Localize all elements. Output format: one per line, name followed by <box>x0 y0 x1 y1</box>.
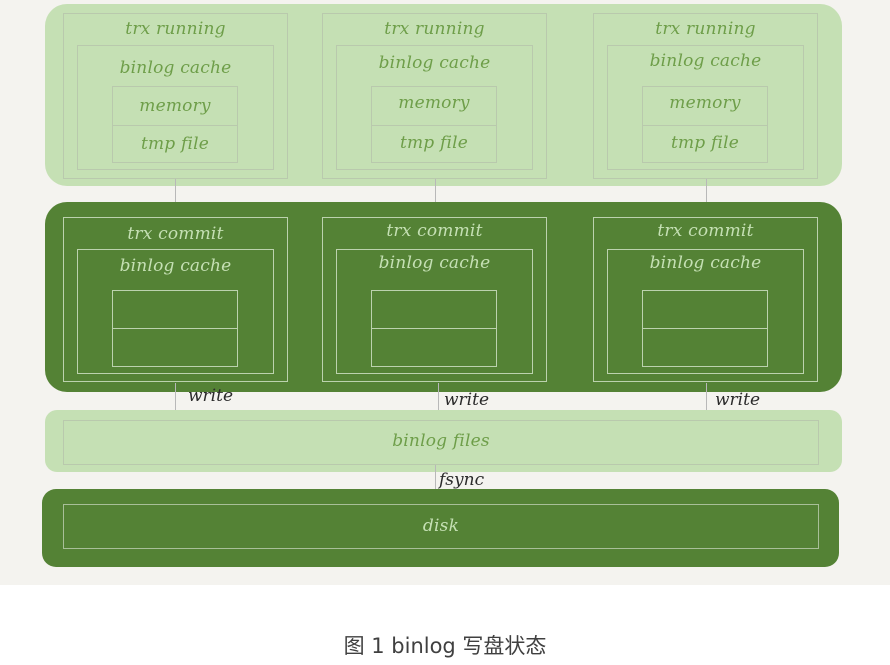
tmp-file-cell: tmp file <box>399 133 469 153</box>
cell-divider <box>643 125 767 126</box>
binlog-cache-box: binlog cache memory tmp file <box>77 45 274 170</box>
tmp-file-cell: tmp file <box>670 133 740 153</box>
cache-cells: memory tmp file <box>642 86 768 163</box>
trx-commit-title: trx commit <box>386 221 483 241</box>
trx-running-box-2: trx running binlog cache memory tmp file <box>322 13 547 179</box>
memory-cell: memory <box>139 96 211 116</box>
trx-running-title: trx running <box>125 19 226 39</box>
cache-cells: memory tmp file <box>112 86 238 163</box>
cell-divider <box>113 328 237 329</box>
binlog-cache-box: binlog cache <box>77 249 274 374</box>
write-label-2: write <box>444 390 490 410</box>
cell-divider <box>643 328 767 329</box>
trx-running-box-3: trx running binlog cache memory tmp file <box>593 13 818 179</box>
binlog-files-band: binlog files <box>45 410 842 472</box>
cache-cells <box>371 290 497 367</box>
binlog-diagram: trx running binlog cache memory tmp file… <box>0 0 890 585</box>
disk-label: disk <box>422 516 460 536</box>
binlog-cache-label: binlog cache <box>119 58 232 78</box>
binlog-files-label: binlog files <box>392 431 490 451</box>
binlog-cache-label: binlog cache <box>378 53 491 73</box>
trx-running-box-1: trx running binlog cache memory tmp file <box>63 13 288 179</box>
binlog-cache-label: binlog cache <box>649 51 762 71</box>
trx-commit-box-2: trx commit binlog cache <box>322 217 547 382</box>
fsync-label: fsync <box>439 470 485 490</box>
cell-divider <box>372 328 496 329</box>
binlog-cache-box: binlog cache <box>336 249 533 374</box>
disk-band: disk <box>42 489 839 567</box>
trx-running-band: trx running binlog cache memory tmp file… <box>45 4 842 186</box>
cache-cells <box>642 290 768 367</box>
cell-divider <box>113 125 237 126</box>
write-label-1: write <box>188 386 234 406</box>
binlog-cache-label: binlog cache <box>119 256 232 276</box>
tmp-file-cell: tmp file <box>140 134 210 154</box>
trx-commit-band: trx commit binlog cache trx commit binlo… <box>45 202 842 392</box>
binlog-cache-box: binlog cache <box>607 249 804 374</box>
trx-commit-box-1: trx commit binlog cache <box>63 217 288 382</box>
binlog-cache-label: binlog cache <box>649 253 762 273</box>
binlog-cache-box: binlog cache memory tmp file <box>607 45 804 170</box>
memory-cell: memory <box>398 93 470 113</box>
cache-cells <box>112 290 238 367</box>
trx-running-title: trx running <box>384 19 485 39</box>
write-label-3: write <box>715 390 761 410</box>
figure-caption: 图 1 binlog 写盘状态 <box>343 634 547 658</box>
trx-commit-title: trx commit <box>657 221 754 241</box>
memory-cell: memory <box>669 93 741 113</box>
trx-commit-title: trx commit <box>127 224 224 244</box>
cell-divider <box>372 125 496 126</box>
binlog-files-box: binlog files <box>63 420 819 465</box>
binlog-cache-box: binlog cache memory tmp file <box>336 45 533 170</box>
cache-cells: memory tmp file <box>371 86 497 163</box>
disk-box: disk <box>63 504 819 549</box>
binlog-cache-label: binlog cache <box>378 253 491 273</box>
trx-commit-box-3: trx commit binlog cache <box>593 217 818 382</box>
trx-running-title: trx running <box>655 19 756 39</box>
